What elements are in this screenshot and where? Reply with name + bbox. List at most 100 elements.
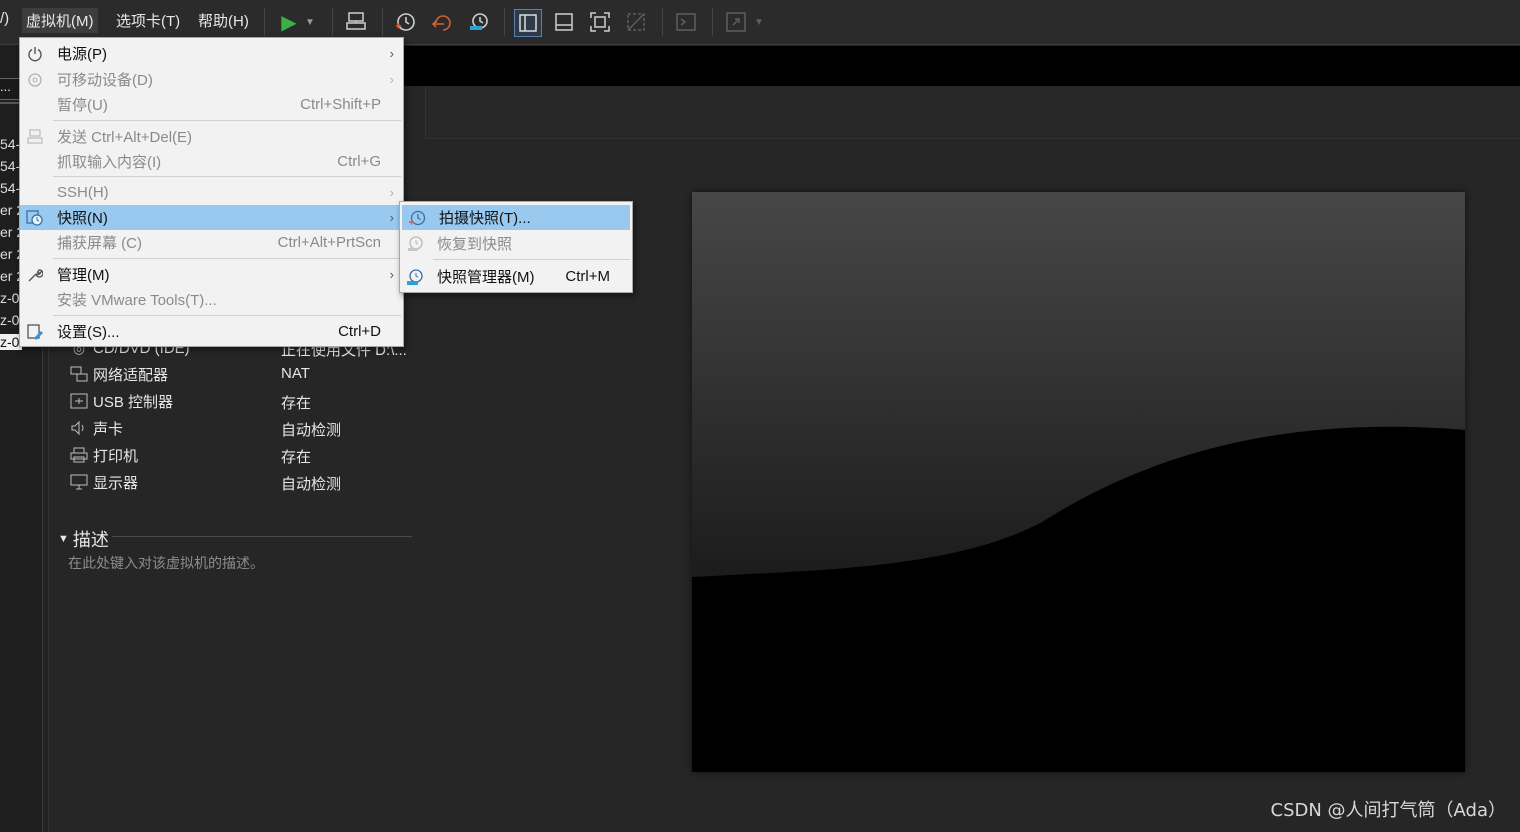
printer-icon xyxy=(70,447,88,463)
menu-item-install-vmware-tools[interactable]: 安装 VMware Tools(T)... xyxy=(20,287,403,312)
menu-item-snapshot[interactable]: 快照(N) › xyxy=(20,205,403,230)
take-snapshot-icon xyxy=(408,209,426,227)
menu-item-take-snapshot[interactable]: 拍摄快照(T)... xyxy=(402,205,630,230)
thumbnail-bar-icon[interactable] xyxy=(551,9,577,35)
device-row-monitor[interactable]: 显示器 xyxy=(70,471,138,493)
menu-item-label: 安装 VMware Tools(T)... xyxy=(57,292,217,309)
vm-screen-thumbnail[interactable] xyxy=(692,192,1465,772)
snapshot-submenu: 拍摄快照(T)... 恢复到快照 快照管理器(M) Ctrl+M xyxy=(399,201,633,293)
menu-item-label: 快照管理器(M) xyxy=(437,269,535,286)
toolbar-separator xyxy=(382,8,383,36)
library-search-input[interactable]: ... xyxy=(0,78,21,100)
chevron-right-icon: › xyxy=(389,46,394,61)
console-icon[interactable] xyxy=(673,9,699,35)
wrench-icon xyxy=(26,266,44,284)
menu-separator xyxy=(53,315,401,316)
network-icon xyxy=(70,366,88,382)
menu-item-capture-screen[interactable]: 捕获屏幕 (C) Ctrl+Alt+PrtScn xyxy=(20,230,403,255)
device-row-usb[interactable]: USB 控制器 xyxy=(70,390,173,412)
menu-separator xyxy=(53,176,401,177)
full-screen-icon[interactable] xyxy=(587,9,613,35)
chevron-right-icon: › xyxy=(389,210,394,225)
menu-item-label: 快照(N) xyxy=(57,210,108,227)
toolbar-separator xyxy=(504,8,505,36)
menu-vm[interactable]: 虚拟机(M) xyxy=(22,8,98,33)
triangle-down-icon: ▼ xyxy=(58,533,69,545)
toolbar-separator xyxy=(712,8,713,36)
description-input[interactable]: 在此处键入对该虚拟机的描述。 xyxy=(68,553,264,573)
chevron-down-icon[interactable]: ▼ xyxy=(752,9,766,35)
stretch-icon[interactable] xyxy=(723,9,749,35)
menu-item-grab-input[interactable]: 抓取输入内容(I) Ctrl+G xyxy=(20,149,403,174)
device-value: 自动检测 xyxy=(281,422,342,439)
send-keys-icon[interactable] xyxy=(343,9,369,35)
toolbar-separator xyxy=(332,8,333,36)
unity-icon[interactable] xyxy=(623,9,649,35)
divider xyxy=(112,536,412,537)
chevron-right-icon: › xyxy=(389,72,394,87)
device-name: 显示器 xyxy=(93,474,139,492)
menu-item-label: 暂停(U) xyxy=(57,97,108,114)
device-row-network[interactable]: 网络适配器 xyxy=(70,363,168,385)
menu-separator xyxy=(433,259,630,260)
menu-item-label: 电源(P) xyxy=(57,46,107,63)
menu-cut-left[interactable]: /) xyxy=(0,10,9,27)
menu-separator xyxy=(53,120,401,121)
menu-item-label: 拍摄快照(T)... xyxy=(439,210,531,227)
menu-item-snapshot-manager[interactable]: 快照管理器(M) Ctrl+M xyxy=(400,264,632,289)
take-snapshot-icon[interactable] xyxy=(392,9,418,35)
device-name: USB 控制器 xyxy=(93,393,174,411)
settings-icon xyxy=(26,323,44,341)
menu-item-label: 可移动设备(D) xyxy=(57,72,153,89)
description-header[interactable]: ▼ 描述 xyxy=(58,526,109,552)
device-row-printer[interactable]: 打印机 xyxy=(70,444,138,466)
power-icon xyxy=(26,45,44,63)
revert-snapshot-icon[interactable] xyxy=(430,9,456,35)
play-icon[interactable]: ▶ xyxy=(276,9,302,35)
divider xyxy=(0,102,20,104)
device-value: 存在 xyxy=(281,395,312,412)
menu-separator xyxy=(53,258,401,259)
menu-item-label: SSH(H) xyxy=(57,184,109,201)
device-value: 自动检测 xyxy=(281,476,342,493)
send-keys-icon xyxy=(26,128,44,146)
toolbar-separator xyxy=(264,8,265,36)
device-name: 打印机 xyxy=(93,447,139,465)
menu-item-manage[interactable]: 管理(M) › xyxy=(20,262,403,287)
chevron-down-icon[interactable]: ▼ xyxy=(302,9,318,35)
snapshot-manager-icon[interactable] xyxy=(466,9,492,35)
menu-item-removable-devices[interactable]: 可移动设备(D) › xyxy=(20,67,403,92)
device-row-sound[interactable]: 声卡 xyxy=(70,417,123,439)
description-title: 描述 xyxy=(72,530,109,550)
menu-item-power[interactable]: 电源(P) › xyxy=(20,41,403,66)
tab-strip xyxy=(404,46,1520,86)
menu-item-label: 恢复到快照 xyxy=(437,236,513,253)
chevron-right-icon: › xyxy=(389,267,394,282)
vm-header-bar xyxy=(404,86,1520,139)
removable-device-icon xyxy=(26,71,44,89)
menu-item-settings[interactable]: 设置(S)... Ctrl+D xyxy=(20,319,403,344)
menu-item-shortcut: Ctrl+G xyxy=(337,153,381,170)
chevron-right-icon: › xyxy=(389,185,394,200)
menu-item-shortcut: Ctrl+Shift+P xyxy=(300,96,381,113)
menu-tabs[interactable]: 选项卡(T) xyxy=(116,10,180,31)
menu-help[interactable]: 帮助(H) xyxy=(198,10,249,31)
library-search-text: ... xyxy=(0,79,11,94)
library-view-icon[interactable] xyxy=(514,9,542,37)
menu-item-pause[interactable]: 暂停(U) Ctrl+Shift+P xyxy=(20,92,403,117)
menu-item-send-ctrl-alt-del[interactable]: 发送 Ctrl+Alt+Del(E) xyxy=(20,124,403,149)
menu-item-shortcut: Ctrl+Alt+PrtScn xyxy=(277,234,381,251)
menu-item-revert-snapshot[interactable]: 恢复到快照 xyxy=(400,231,632,256)
menu-item-label: 抓取输入内容(I) xyxy=(57,154,162,171)
menu-item-label: 管理(M) xyxy=(57,267,110,284)
vm-dropdown-menu: 电源(P) › 可移动设备(D) › 暂停(U) Ctrl+Shift+P 发送… xyxy=(19,37,404,347)
menu-item-label: 发送 Ctrl+Alt+Del(E) xyxy=(57,129,193,146)
menu-item-ssh[interactable]: SSH(H) › xyxy=(20,180,403,205)
watermark-text: CSDN @人间打气筒（Ada） xyxy=(1270,800,1507,821)
monitor-icon xyxy=(70,474,88,490)
menu-item-shortcut: Ctrl+M xyxy=(565,268,610,285)
device-name: 网络适配器 xyxy=(93,366,169,384)
sound-icon xyxy=(70,420,88,436)
device-value: 存在 xyxy=(281,449,312,466)
snapshot-manager-icon xyxy=(406,268,424,286)
